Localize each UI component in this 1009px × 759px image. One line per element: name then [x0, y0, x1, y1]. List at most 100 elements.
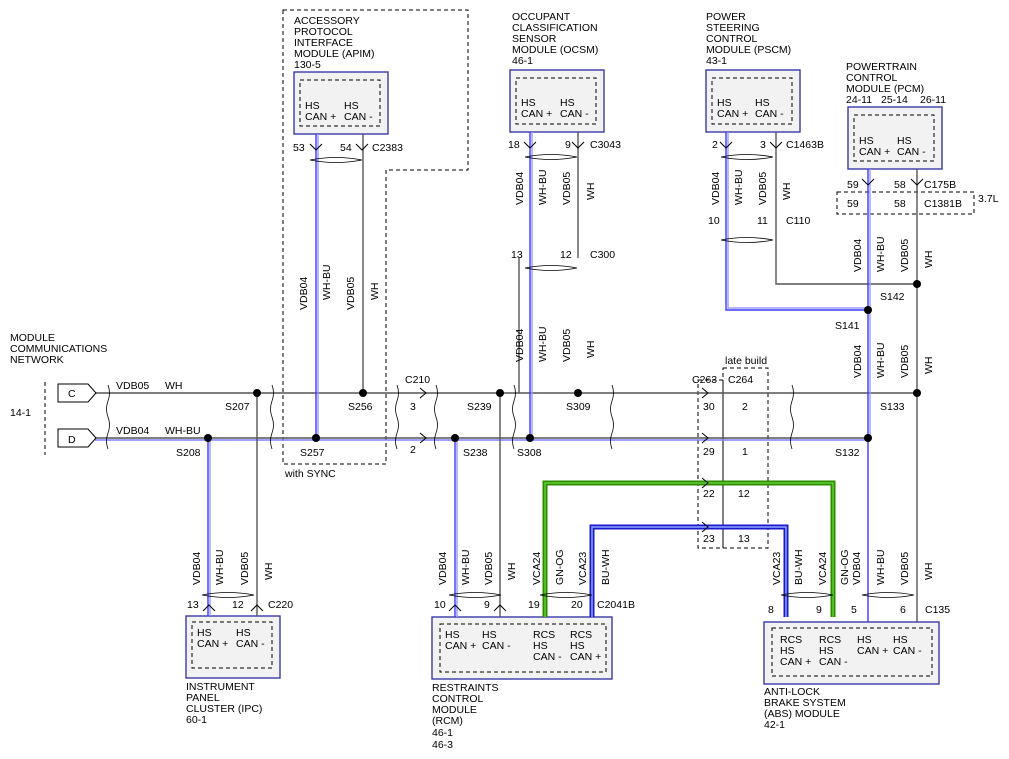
- terminal-label: CAN +: [305, 111, 336, 123]
- pcm-module: HS CAN + HS CAN - POWERTRAIN CONTROL MOD…: [846, 61, 999, 438]
- wire-label: WH: [923, 357, 935, 375]
- splice-s132: [864, 434, 872, 442]
- wire-label: WH-BU: [733, 169, 745, 205]
- pin-label: 13: [738, 533, 750, 545]
- connector-c: [57, 383, 97, 403]
- pin-label: 9: [816, 604, 822, 616]
- terminal-label: CAN -: [755, 108, 784, 120]
- rcs-private-can: [542, 480, 836, 617]
- splice-label: S208: [176, 447, 201, 459]
- pin-label: 53: [293, 142, 305, 154]
- splice-s308: [526, 434, 534, 442]
- pin-label: 30: [703, 401, 715, 413]
- wire-label: VDB04: [298, 277, 310, 310]
- wire-label: VCA24: [817, 552, 829, 585]
- rcm-ref: 46-1: [432, 727, 453, 739]
- rcm-name: (RCM): [432, 715, 463, 727]
- wire-label: WH-BU: [875, 342, 887, 378]
- wire-label: VCA23: [577, 552, 589, 585]
- apim-ref: 130-5: [294, 59, 321, 71]
- splice-label: S142: [880, 291, 905, 303]
- wire-label: WH: [781, 183, 793, 201]
- wire-label: VDB04: [116, 425, 149, 437]
- wire-label: VDB05: [757, 172, 769, 205]
- wire-label: WH-BU: [537, 326, 549, 362]
- terminal-label: CAN +: [570, 651, 601, 663]
- connector-label: C1463B: [786, 139, 824, 151]
- wire-label: VDB04: [852, 239, 864, 272]
- wire-label: VCA24: [531, 552, 543, 585]
- wire-label: WH: [369, 283, 381, 301]
- wire-label: WH-BU: [214, 549, 226, 585]
- terminal-label: CAN -: [893, 645, 922, 657]
- apim-module: HS CAN + HS CAN - ACCESSORY PROTOCOL INT…: [284, 15, 403, 480]
- connector-c-label: C: [68, 388, 76, 400]
- splice-s238: [451, 434, 459, 442]
- c210-label: C210: [405, 374, 430, 386]
- pin-label: 9: [484, 599, 490, 611]
- pin-label: 18: [508, 139, 520, 151]
- inline-connectors: C210 3 2 C263 30 29 22 23 late build C26…: [405, 355, 767, 545]
- pin-label: 29: [703, 446, 715, 458]
- wire-label: BU-WH: [600, 549, 612, 585]
- pin-label: 6: [900, 604, 906, 616]
- wire-label: WH-BU: [875, 236, 887, 272]
- pin-label: 13: [187, 599, 199, 611]
- splice-label: S308: [517, 447, 542, 459]
- connector-d: [57, 428, 97, 448]
- wire-label: VDB05: [899, 345, 911, 378]
- terminal-label: CAN -: [344, 111, 373, 123]
- pin-label: 59: [847, 179, 859, 191]
- terminal-label: CAN +: [717, 108, 748, 120]
- wiring-diagram: C D 14-1 MODULE COMMUNICATIONS NETWORK V…: [10, 9, 999, 751]
- connector-label: C135: [925, 604, 950, 616]
- pin-label: 22: [703, 488, 715, 500]
- wire-label: VDB05: [116, 380, 149, 392]
- pin-label: 12: [560, 249, 572, 261]
- terminal-label: CAN -: [236, 638, 265, 650]
- pin-label: 8: [768, 604, 774, 616]
- wire-label: WH: [585, 341, 597, 359]
- wire-label: GN-OG: [554, 549, 566, 585]
- terminal-label: CAN +: [197, 638, 228, 650]
- wire-label: WH-BU: [165, 425, 201, 437]
- connector-label: C220: [268, 599, 293, 611]
- pin-label: 54: [340, 142, 352, 154]
- wire-label: WH: [263, 563, 275, 581]
- connector-label: C2383: [372, 142, 403, 154]
- pcm-ref: 25-14: [881, 94, 908, 106]
- terminal-label: CAN +: [445, 640, 476, 652]
- pin-label: 58: [894, 198, 906, 210]
- connector-label: C300: [590, 249, 615, 261]
- c263-label: C263: [692, 374, 717, 386]
- wire-label: VDB04: [851, 552, 863, 585]
- connector-label: C1381B: [924, 198, 962, 210]
- terminal-label: CAN +: [857, 645, 888, 657]
- pin-label: 23: [703, 533, 715, 545]
- terminal-label: CAN +: [780, 656, 811, 668]
- pin-label: 58: [894, 179, 906, 191]
- splice-s133: [913, 389, 921, 397]
- late-build-note: late build: [725, 355, 767, 367]
- pcm-ref: 26-11: [920, 94, 946, 106]
- splice-label: S141: [835, 320, 860, 332]
- wire-label: VDB05: [483, 552, 495, 585]
- wire-label: VDB04: [852, 345, 864, 378]
- splice-s239: [496, 389, 504, 397]
- ipc-ref: 60-1: [186, 714, 207, 726]
- wire-label: WH: [506, 563, 518, 581]
- pin-label: 10: [434, 599, 446, 611]
- wire-label: BU-WH: [793, 549, 805, 585]
- splice-s256: [359, 389, 367, 397]
- pin-label: 9: [565, 139, 571, 151]
- wire-label: VDB05: [561, 329, 573, 362]
- splice-label: S132: [835, 447, 860, 459]
- wiring-diagram-canvas: C D 14-1 MODULE COMMUNICATIONS NETWORK V…: [0, 0, 1009, 759]
- pin-label: 10: [708, 215, 720, 227]
- pin-label: 3: [410, 401, 416, 413]
- wire-label: VDB05: [561, 172, 573, 205]
- connector-label: C110: [786, 215, 810, 227]
- engine-variant: 3.7L: [978, 193, 999, 205]
- wire-label: VDB05: [345, 277, 357, 310]
- wire-label: WH: [585, 183, 597, 201]
